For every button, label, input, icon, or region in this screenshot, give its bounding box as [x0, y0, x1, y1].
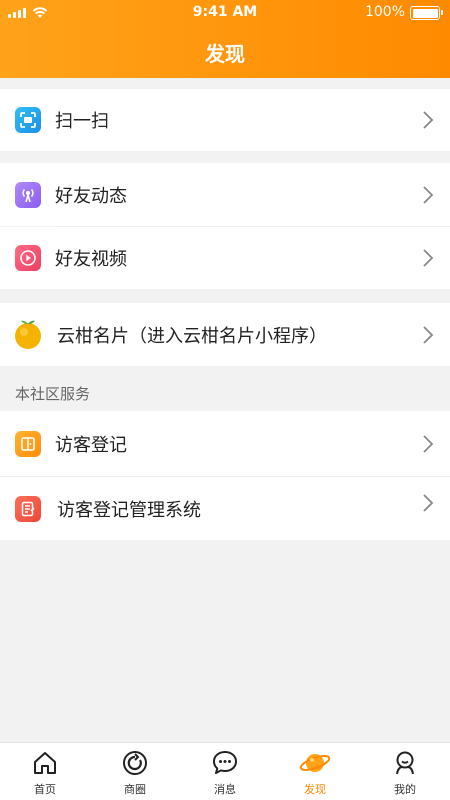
chevron-right-icon: [423, 434, 434, 453]
menu-item-visitor-system[interactable]: 访客登记管理系统: [0, 477, 450, 540]
tab-label: 发现: [304, 783, 326, 796]
menu-item-friend-moments[interactable]: 好友动态: [0, 163, 450, 226]
tab-business[interactable]: 商圈: [90, 743, 180, 800]
bottom-tab-bar: 首页 商圈 消息 发现 我的: [0, 742, 450, 800]
tab-label: 消息: [214, 783, 236, 796]
play-icon: [15, 245, 41, 271]
menu-label-visitor-system: 访客登记管理系统: [57, 499, 201, 521]
tab-messages[interactable]: 消息: [180, 743, 270, 800]
chat-bubble-icon: [213, 751, 237, 774]
status-bar: 9:41 AM 100%: [0, 0, 450, 26]
scan-icon: [15, 107, 41, 133]
tab-label: 首页: [34, 783, 56, 796]
chevron-right-icon: [423, 249, 434, 267]
menu-label-friend-moments: 好友动态: [55, 185, 127, 207]
tab-discover[interactable]: 发现: [270, 743, 360, 800]
refresh-circle-icon: [123, 751, 147, 775]
user-icon: [396, 751, 414, 775]
section-label-community: 本社区服务: [15, 385, 91, 403]
chevron-right-icon: [423, 111, 434, 129]
home-icon: [34, 752, 56, 774]
menu-item-friend-videos[interactable]: 好友视频: [0, 227, 450, 289]
battery-percent: 100%: [364, 4, 405, 20]
door-icon: [15, 430, 41, 457]
chevron-right-icon: [423, 325, 434, 344]
tab-label: 我的: [394, 783, 416, 796]
chevron-right-icon: [423, 185, 434, 204]
orange-icon: [15, 320, 41, 349]
header: 9:41 AM 100% 发现: [0, 0, 450, 78]
tab-label: 商圈: [124, 783, 146, 796]
menu-item-yungan-card[interactable]: 云柑名片（进入云柑名片小程序）: [0, 303, 450, 366]
tab-profile[interactable]: 我的: [360, 743, 450, 800]
chevron-right-icon: [423, 494, 434, 512]
menu-label-visitor-register: 访客登记: [55, 434, 127, 456]
page-title: 发现: [205, 42, 245, 66]
broadcast-icon: [15, 181, 41, 208]
tab-home[interactable]: 首页: [0, 743, 90, 800]
edit-document-icon: [15, 495, 41, 522]
battery-icon: [410, 6, 443, 20]
planet-icon: [299, 754, 331, 772]
menu-item-scan[interactable]: 扫一扫: [0, 89, 450, 151]
menu-item-visitor-register[interactable]: 访客登记: [0, 411, 450, 476]
menu-label-scan: 扫一扫: [55, 111, 109, 132]
menu-label-yungan-card: 云柑名片（进入云柑名片小程序）: [57, 325, 327, 347]
menu-label-friend-videos: 好友视频: [55, 249, 127, 270]
